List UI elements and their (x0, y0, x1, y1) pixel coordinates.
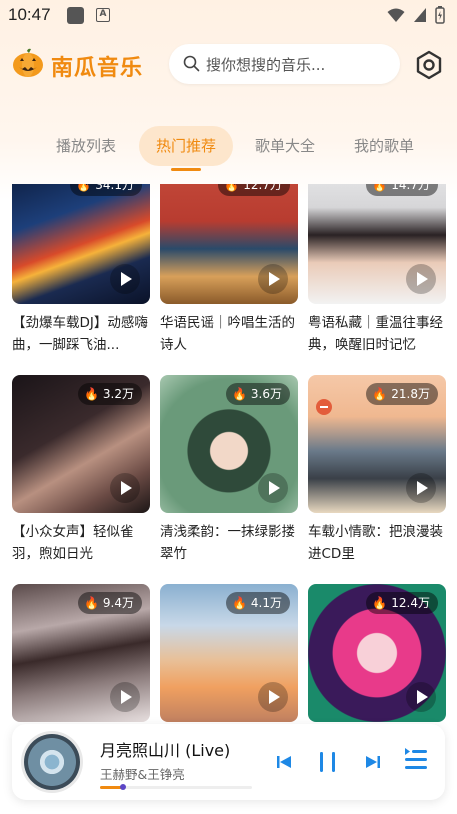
play-count-badge: 🔥 12.4万 (366, 592, 438, 614)
app-title: 南瓜音乐 (51, 56, 144, 81)
play-count: 9.4万 (102, 596, 134, 610)
play-count: 21.8万 (391, 387, 430, 401)
settings-icon[interactable] (414, 50, 444, 80)
play-button[interactable] (110, 264, 140, 294)
playlist-cover: 🔥 4.1万 (160, 584, 298, 722)
pumpkin-logo-icon (13, 48, 43, 77)
progress-thumb[interactable] (119, 784, 126, 790)
playlist-title: 清浅柔韵：一抹绿影搂翠竹 (160, 524, 295, 562)
play-count-badge: 🔥 9.4万 (77, 592, 142, 614)
search-icon (183, 55, 200, 72)
playlist-title: 华语民谣｜吟唱生活的诗人 (160, 315, 295, 353)
play-count-badge: 🔥 21.8万 (366, 383, 438, 405)
notification-letter-icon: A (96, 8, 110, 22)
fire-icon: 🔥 (372, 387, 388, 401)
playlist-card[interactable]: 🔥 12.7万 华语民谣｜吟唱生活的诗人 (160, 184, 298, 356)
play-button[interactable] (110, 473, 140, 503)
status-icons (387, 6, 445, 24)
playlist-grid: 🔥 34.1万 【劲爆车载DJ】动感嗨曲，一脚踩飞油... 🔥 12.7万 华语民谣… (0, 184, 457, 724)
play-count: 4.1万 (250, 596, 282, 610)
fire-icon: 🔥 (372, 184, 388, 192)
playlist-card[interactable]: 🔥 14.7万 粤语私藏｜重温往事经典，唤醒旧时记忆 (308, 184, 446, 356)
playlist-cover: 🔥 9.4万 (12, 584, 150, 722)
playlist-cover: 🔥 3.2万 (12, 375, 150, 513)
remove-icon[interactable] (316, 399, 332, 415)
play-count-badge: 🔥 4.1万 (225, 592, 290, 614)
fire-icon: 🔥 (372, 596, 388, 610)
playlist-queue-icon[interactable] (404, 746, 428, 774)
play-count-badge: 🔥 3.6万 (225, 383, 290, 405)
active-tab-indicator (171, 168, 201, 171)
category-tabs: 播放列表 热门推荐 歌单大全 我的歌单 (0, 126, 457, 172)
wifi-icon (387, 8, 405, 22)
search-input[interactable]: 搜你想搜的音乐... (169, 44, 400, 84)
play-count: 3.2万 (102, 387, 134, 401)
tab-hot-recommend[interactable]: 热门推荐 (139, 126, 233, 166)
status-time: 10:47 (8, 5, 51, 24)
now-playing-cover[interactable] (24, 734, 80, 790)
play-button[interactable] (406, 264, 436, 294)
play-count: 14.7万 (391, 184, 430, 192)
playlist-title: 车载小情歌：把浪漫装进CD里 (308, 524, 443, 562)
signal-icon (414, 8, 426, 22)
playlist-card[interactable]: 🔥 9.4万 (12, 584, 150, 722)
tab-playlist[interactable]: 播放列表 (46, 126, 126, 166)
status-bar: 10:47 A (0, 0, 457, 32)
play-count-badge: 🔥 12.7万 (218, 184, 290, 196)
app-header: 南瓜音乐 搜你想搜的音乐... (0, 40, 457, 90)
pause-icon[interactable] (318, 748, 338, 776)
playlist-card[interactable]: 🔥 3.2万 【小众女声】轻似雀羽，煦如日光 (12, 375, 150, 565)
playlist-cover: 🔥 12.4万 (308, 584, 446, 722)
search-placeholder: 搜你想搜的音乐... (206, 56, 326, 74)
play-button[interactable] (258, 473, 288, 503)
playlist-cover: 🔥 14.7万 (308, 184, 446, 304)
playlist-title: 【小众女声】轻似雀羽，煦如日光 (12, 524, 134, 562)
playlist-title: 粤语私藏｜重温往事经典，唤醒旧时记忆 (308, 315, 443, 353)
mini-player[interactable]: 月亮照山川 (Live) 王赫野&王铮亮 (12, 724, 445, 800)
play-count: 12.7万 (243, 184, 282, 192)
fire-icon: 🔥 (76, 184, 92, 192)
previous-icon[interactable] (276, 748, 292, 776)
play-count-badge: 🔥 3.2万 (77, 383, 142, 405)
battery-icon (435, 6, 445, 24)
fire-icon: 🔥 (83, 387, 99, 401)
play-count: 34.1万 (95, 184, 134, 192)
tab-my-playlist[interactable]: 我的歌单 (344, 126, 424, 166)
now-playing-title: 月亮照山川 (Live) (100, 741, 231, 760)
play-button[interactable] (110, 682, 140, 712)
playlist-cover: 🔥 34.1万 (12, 184, 150, 304)
fire-icon: 🔥 (231, 387, 247, 401)
next-icon[interactable] (365, 748, 381, 776)
play-count-badge: 🔥 14.7万 (366, 184, 438, 196)
playlist-card[interactable]: 🔥 34.1万 【劲爆车载DJ】动感嗨曲，一脚踩飞油... (12, 184, 150, 356)
play-button[interactable] (258, 264, 288, 294)
play-button[interactable] (406, 682, 436, 712)
playlist-cover: 🔥 3.6万 (160, 375, 298, 513)
play-count-badge: 🔥 34.1万 (70, 184, 142, 196)
progress-bar[interactable] (100, 784, 252, 790)
playlist-cover: 🔥 12.7万 (160, 184, 298, 304)
playlist-title: 【劲爆车载DJ】动感嗨曲，一脚踩飞油... (12, 315, 148, 353)
fire-icon: 🔥 (224, 184, 240, 192)
tab-playlist-collection[interactable]: 歌单大全 (245, 126, 325, 166)
playlist-card[interactable]: 🔥 3.6万 清浅柔韵：一抹绿影搂翠竹 (160, 375, 298, 565)
play-count: 3.6万 (250, 387, 282, 401)
play-button[interactable] (258, 682, 288, 712)
play-button[interactable] (406, 473, 436, 503)
playlist-card[interactable]: 🔥 12.4万 (308, 584, 446, 722)
now-playing-artist: 王赫野&王铮亮 (100, 767, 185, 782)
playlist-card[interactable]: 🔥 4.1万 (160, 584, 298, 722)
play-count: 12.4万 (391, 596, 430, 610)
fire-icon: 🔥 (83, 596, 99, 610)
notification-app-icon (67, 7, 84, 24)
playlist-cover: 🔥 21.8万 (308, 375, 446, 513)
fire-icon: 🔥 (231, 596, 247, 610)
playlist-card[interactable]: 🔥 21.8万 车载小情歌：把浪漫装进CD里 (308, 375, 446, 565)
